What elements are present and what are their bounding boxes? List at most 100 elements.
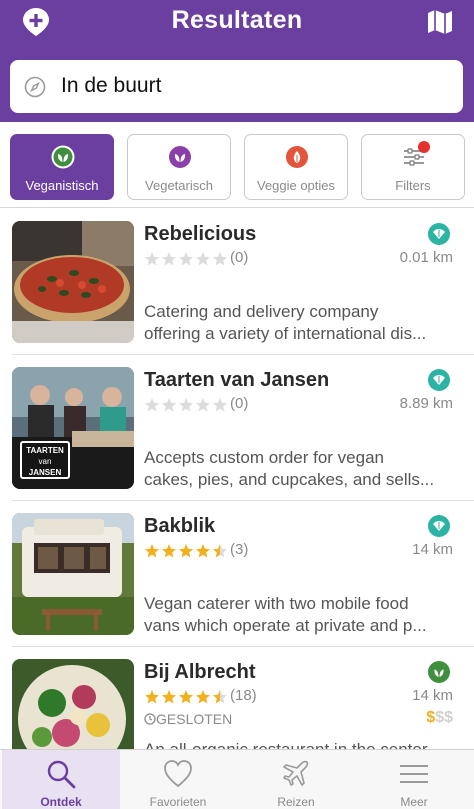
star-icon xyxy=(162,690,176,704)
tab-label: Meer xyxy=(400,795,428,809)
place-photo: TAARTEN van JANSEN xyxy=(12,367,134,489)
shop-sign: TAARTEN van JANSEN xyxy=(20,441,70,479)
star-icon xyxy=(213,544,227,558)
star-icon xyxy=(213,690,227,704)
star-icon xyxy=(162,398,176,412)
vegetarian-leaf-icon xyxy=(169,146,191,168)
rating-stars xyxy=(144,543,229,561)
place-name: Taarten van Jansen xyxy=(144,369,330,391)
filter-chip-vegetarisch[interactable]: Vegetarisch xyxy=(127,134,231,200)
leaf-badge-icon xyxy=(428,223,450,245)
place-photo xyxy=(12,659,134,749)
list-item[interactable]: TAARTEN van JANSEN Taarten van Jansen (0… xyxy=(0,355,474,501)
location-search-value: In de buurt xyxy=(61,74,162,97)
filter-chip-veganistisch[interactable]: Veganistisch xyxy=(10,134,114,200)
price-level: $$$ xyxy=(426,709,453,727)
star-icon xyxy=(213,398,227,412)
place-description: Accepts custom order for vegan cakes, pi… xyxy=(144,447,459,491)
filter-chip-label: Vegetarisch xyxy=(145,178,213,193)
star-icon xyxy=(213,252,227,266)
star-icon xyxy=(179,398,193,412)
tab-label: Favorieten xyxy=(149,795,207,809)
star-icon xyxy=(145,398,159,412)
filter-chip-filters[interactable]: Filters xyxy=(361,134,465,200)
description-line: offering a variety of international dis.… xyxy=(144,324,427,343)
search-icon xyxy=(47,760,76,789)
star-icon xyxy=(196,690,210,704)
rating-stars xyxy=(144,397,229,415)
clock-icon xyxy=(144,713,156,725)
rating-stars xyxy=(144,251,229,269)
distance-value: 0.01 km xyxy=(399,249,453,266)
distance-value: 14 km xyxy=(412,541,453,558)
description-line: Vegan caterer with two mobile food xyxy=(144,594,409,613)
star-icon xyxy=(179,252,193,266)
tab-reizen[interactable]: Reizen xyxy=(237,750,355,809)
leaf-badge-icon xyxy=(428,369,450,391)
star-icon xyxy=(196,544,210,558)
description-line: Catering and delivery company xyxy=(144,302,379,321)
hamburger-menu-icon xyxy=(400,765,428,783)
opening-status: GESLOTEN xyxy=(144,711,232,727)
tab-ontdek[interactable]: Ontdek xyxy=(2,750,120,809)
location-search-field[interactable]: In de buurt xyxy=(10,60,463,113)
vegan-badge-icon xyxy=(428,661,450,683)
review-count: (18) xyxy=(230,687,257,704)
description-line: An all-organic restaurant in the center xyxy=(144,739,459,749)
place-photo xyxy=(12,221,134,343)
star-icon xyxy=(196,252,210,266)
heart-icon xyxy=(164,760,192,788)
list-item[interactable]: Rebelicious (0) 0.01 km Catering and del… xyxy=(0,209,474,355)
veggie-options-leaf-icon xyxy=(286,146,308,168)
tab-label: Ontdek xyxy=(40,795,82,809)
distance-value: 8.89 km xyxy=(399,395,453,412)
tab-label: Reizen xyxy=(277,795,315,809)
compass-icon xyxy=(24,76,46,98)
price-inactive: $$ xyxy=(435,709,453,726)
tab-favorieten[interactable]: Favorieten xyxy=(119,750,237,809)
list-item[interactable]: Bij Albrecht (18) 14 km GESLOTEN $$$ An … xyxy=(0,647,474,749)
app-header: Resultaten In de buurt xyxy=(0,0,474,122)
star-icon xyxy=(162,544,176,558)
bottom-tab-bar: Ontdek Favorieten Reizen Meer xyxy=(0,749,474,809)
filter-chip-label: Veganistisch xyxy=(25,178,99,193)
leaf-badge-icon xyxy=(428,515,450,537)
sign-text: van xyxy=(38,457,52,466)
map-icon[interactable] xyxy=(426,8,454,36)
vegan-leaf-icon xyxy=(51,145,75,169)
star-icon xyxy=(145,544,159,558)
star-icon xyxy=(145,252,159,266)
distance-value: 14 km xyxy=(412,687,453,704)
place-name: Bij Albrecht xyxy=(144,661,256,683)
review-count: (0) xyxy=(230,395,249,412)
place-description: An all-organic restaurant in the center xyxy=(144,739,459,749)
description-line: Accepts custom order for vegan xyxy=(144,448,385,467)
filter-chip-veggie-opties[interactable]: Veggie opties xyxy=(244,134,348,200)
tab-meer[interactable]: Meer xyxy=(355,750,473,809)
status-text: GESLOTEN xyxy=(156,711,233,727)
category-filter-bar: Veganistisch Vegetarisch Veggie opties F… xyxy=(0,122,474,208)
filter-chip-label: Veggie opties xyxy=(256,178,336,193)
place-name: Bakblik xyxy=(144,515,216,537)
place-description: Catering and delivery company offering a… xyxy=(144,301,459,345)
star-icon xyxy=(145,690,159,704)
review-count: (0) xyxy=(230,249,249,266)
review-count: (3) xyxy=(230,541,249,558)
list-item[interactable]: Bakblik (3) 14 km Vegan caterer with two… xyxy=(0,501,474,647)
place-name: Rebelicious xyxy=(144,223,257,245)
description-line: cakes, pies, and cupcakes, and sells... xyxy=(144,470,435,489)
star-icon xyxy=(179,690,193,704)
page-title: Resultaten xyxy=(171,6,303,34)
airplane-icon xyxy=(283,760,309,786)
star-icon xyxy=(196,398,210,412)
price-active: $ xyxy=(426,709,436,726)
place-photo xyxy=(12,513,134,635)
place-description: Vegan caterer with two mobile food vans … xyxy=(144,593,459,637)
star-icon xyxy=(179,544,193,558)
star-icon xyxy=(162,252,176,266)
description-line: vans which operate at private and p... xyxy=(144,616,427,635)
notification-dot xyxy=(418,141,430,153)
sign-text: TAARTEN xyxy=(26,446,64,455)
filter-chip-label: Filters xyxy=(395,178,431,193)
rating-stars xyxy=(144,689,229,707)
